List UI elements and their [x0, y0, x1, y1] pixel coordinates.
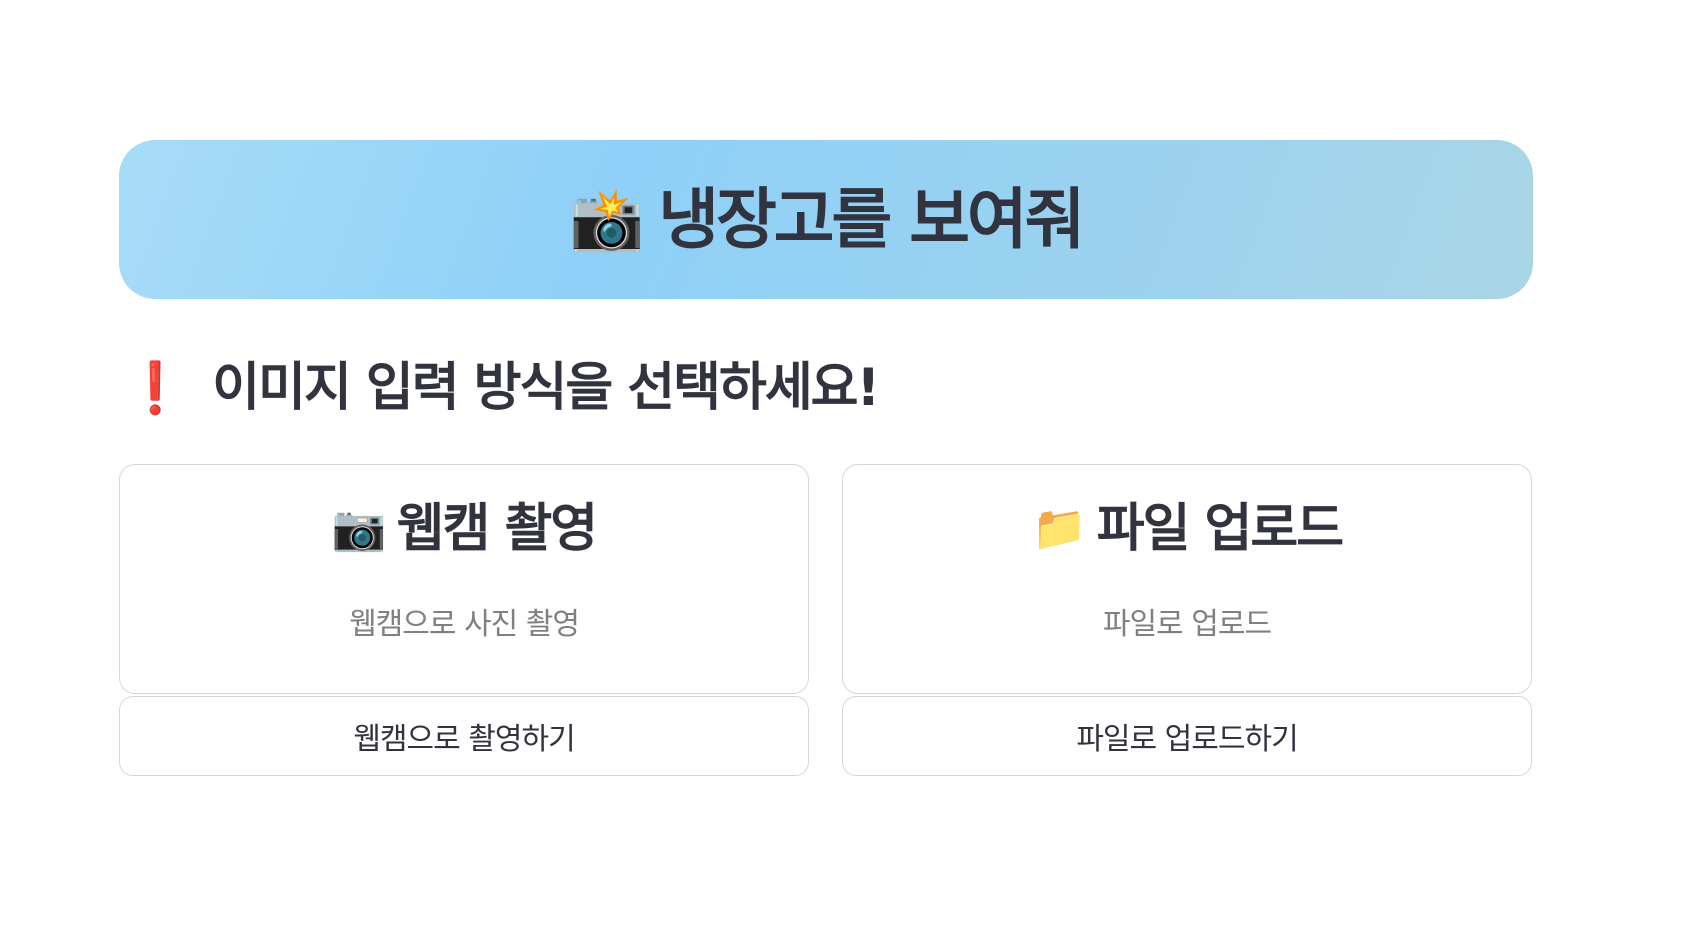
webcam-card-description: 웹캠으로 사진 촬영	[349, 607, 580, 642]
upload-card-title-text: 파일 업로드	[1096, 499, 1344, 559]
webcam-option-column: 📷 웹캠 촬영 웹캠으로 사진 촬영 웹캠으로 촬영하기	[119, 464, 809, 776]
webcam-card-title-text: 웹캠 촬영	[396, 499, 598, 559]
upload-option-column: 📁 파일 업로드 파일로 업로드 파일로 업로드하기	[842, 464, 1532, 776]
hero-content: 📸 냉장고를 보여줘	[569, 180, 1086, 258]
webcam-card-title: 📷 웹캠 촬영	[120, 503, 808, 555]
webcam-capture-button[interactable]: 웹캠으로 촬영하기	[119, 696, 809, 776]
app-root: 📸 냉장고를 보여줘 ❗ 이미지 입력 방식을 선택하세요! 📷 웹캠 촬영 웹…	[0, 0, 1700, 946]
exclamation-icon: ❗	[124, 359, 187, 417]
upload-option-card: 📁 파일 업로드 파일로 업로드	[842, 464, 1532, 694]
subheader-text: 이미지 입력 방식을 선택하세요!	[212, 358, 880, 418]
upload-card-description: 파일로 업로드	[1102, 607, 1272, 642]
section-subheader: ❗ 이미지 입력 방식을 선택하세요!	[124, 358, 880, 418]
folder-icon: 📁	[1031, 503, 1087, 554]
camera-flash-icon: 📸	[569, 184, 645, 255]
file-upload-button[interactable]: 파일로 업로드하기	[842, 696, 1532, 776]
page-title: 냉장고를 보여줘	[658, 180, 1085, 258]
camera-icon: 📷	[331, 503, 387, 554]
webcam-option-card: 📷 웹캠 촬영 웹캠으로 사진 촬영	[119, 464, 809, 694]
hero-banner: 📸 냉장고를 보여줘	[119, 140, 1533, 299]
upload-card-title: 📁 파일 업로드	[843, 503, 1531, 555]
